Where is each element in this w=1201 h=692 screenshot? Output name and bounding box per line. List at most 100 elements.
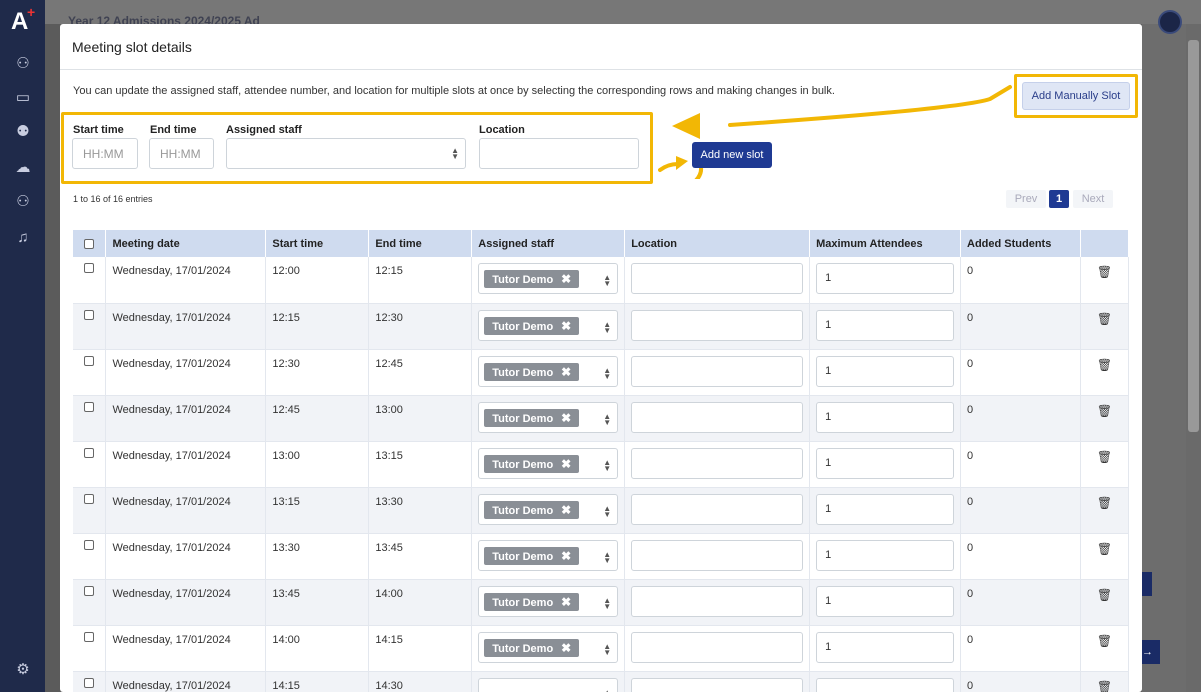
row-max-attendees-input[interactable]: 1 — [816, 539, 954, 571]
close-icon[interactable]: ✖ — [561, 272, 571, 286]
close-icon[interactable]: ✖ — [561, 503, 571, 517]
row-staff-select[interactable]: Tutor Demo ✖ ▲ ▼ — [478, 355, 619, 387]
trash-icon[interactable]: 🗑 — [1097, 588, 1112, 602]
trash-icon[interactable]: 🗑 — [1097, 358, 1112, 372]
chat-icon[interactable]: ▭ — [12, 88, 34, 108]
row-staff-select[interactable]: Tutor Demo ✖ ▲ ▼ — [478, 263, 619, 294]
row-location-input[interactable] — [631, 447, 804, 479]
row-max-attendees-input[interactable]: 1 — [816, 493, 954, 525]
trash-icon[interactable]: 🗑 — [1097, 496, 1112, 510]
meeting-date-cell: Wednesday, 17/01/2024 — [105, 257, 267, 304]
row-staff-select[interactable]: Tutor Demo ✖ ▲ ▼ — [478, 585, 619, 617]
added-students-cell: 0 — [960, 349, 1081, 396]
col-location[interactable]: Location — [624, 230, 811, 257]
row-location-input[interactable] — [631, 401, 804, 433]
row-location-input[interactable] — [631, 539, 804, 571]
row-checkbox[interactable] — [84, 677, 95, 688]
start-time-input[interactable]: HH:MM — [72, 138, 138, 169]
row-location-input[interactable] — [631, 585, 804, 617]
prev-page-button[interactable]: Prev — [1006, 190, 1046, 208]
meeting-date-cell: Wednesday, 17/01/2024 — [105, 395, 267, 442]
row-max-attendees-input[interactable]: 1 — [816, 401, 954, 433]
row-max-attendees-input[interactable]: 1 — [816, 447, 954, 479]
row-location-input[interactable] — [631, 355, 804, 387]
row-checkbox[interactable] — [84, 263, 95, 273]
next-page-button[interactable]: Next — [1073, 190, 1113, 208]
row-max-attendees-input[interactable]: 1 — [816, 355, 954, 387]
trash-icon[interactable]: 🗑 — [1097, 680, 1112, 692]
row-location-input[interactable] — [631, 309, 804, 341]
scrollbar-thumb[interactable] — [1188, 40, 1199, 432]
row-checkbox[interactable] — [84, 631, 95, 642]
col-end-time[interactable]: End time — [368, 230, 473, 257]
row-location-input[interactable] — [631, 677, 804, 692]
users-icon[interactable]: ⚇ — [12, 54, 34, 74]
page-1-button[interactable]: 1 — [1049, 190, 1069, 208]
trash-icon[interactable]: 🗑 — [1097, 450, 1112, 464]
close-icon[interactable]: ✖ — [561, 549, 571, 563]
meeting-date-cell: Wednesday, 17/01/2024 — [105, 303, 267, 350]
max-attendees-cell: 1 — [809, 625, 961, 672]
added-students-cell: 0 — [960, 487, 1081, 534]
add-manually-slot-button[interactable]: Add Manually Slot — [1022, 82, 1130, 110]
row-staff-select[interactable]: Tutor Demo ✖ ▲ ▼ — [478, 539, 619, 571]
close-icon[interactable]: ✖ — [561, 595, 571, 609]
trash-icon[interactable]: 🗑 — [1097, 404, 1112, 418]
close-icon[interactable]: ✖ — [561, 457, 571, 471]
row-location-input[interactable] — [631, 263, 804, 294]
max-attendees-cell: 1 — [809, 257, 961, 304]
row-max-attendees-input[interactable]: 1 — [816, 263, 954, 294]
team-icon[interactable]: ⚇ — [12, 192, 34, 212]
row-checkbox[interactable] — [84, 355, 95, 366]
meeting-slot-modal: Meeting slot details You can update the … — [60, 24, 1142, 692]
row-staff-select[interactable]: Tutor Demo ✖ ▲ ▼ — [478, 401, 619, 433]
row-max-attendees-input[interactable]: 1 — [816, 309, 954, 341]
col-start-time[interactable]: Start time — [265, 230, 370, 257]
location-input[interactable] — [479, 138, 639, 169]
close-icon[interactable]: ✖ — [561, 319, 571, 333]
row-checkbox[interactable] — [84, 585, 95, 596]
sort-arrows-icon: ▲▼ — [603, 365, 612, 381]
row-staff-select[interactable]: Tutor Demo ✖ ▲ ▼ — [478, 309, 619, 341]
trash-icon[interactable]: 🗑 — [1097, 542, 1112, 556]
close-icon[interactable]: ✖ — [561, 365, 571, 379]
row-staff-select[interactable]: ▲▼ — [478, 677, 619, 692]
col-assigned-staff[interactable]: Assigned staff — [471, 230, 626, 257]
row-staff-select[interactable]: Tutor Demo ✖ ▲ ▼ — [478, 631, 619, 663]
row-actions-cell: 🗑 — [1080, 349, 1130, 396]
row-actions-cell: 🗑 — [1080, 303, 1130, 350]
row-max-attendees-input[interactable]: 1 — [816, 585, 954, 617]
end-time-input[interactable]: HH:MM — [149, 138, 214, 169]
trash-icon[interactable]: 🗑 — [1097, 634, 1112, 648]
assigned-staff-select[interactable]: ▲ ▼ — [226, 138, 466, 169]
row-staff-select[interactable]: Tutor Demo ✖ ▲ ▼ — [478, 493, 619, 525]
row-location-input[interactable] — [631, 493, 804, 525]
row-max-attendees-input[interactable]: 1 — [816, 631, 954, 663]
trash-icon[interactable]: 🗑 — [1097, 265, 1112, 279]
close-icon[interactable]: ✖ — [561, 641, 571, 655]
col-max-attendees[interactable]: Maximum Attendees — [809, 230, 961, 257]
row-select-cell — [73, 579, 107, 626]
trash-icon[interactable]: 🗑 — [1097, 312, 1112, 326]
cloud-upload-icon[interactable]: ☁ — [12, 158, 34, 178]
avatar[interactable] — [1158, 10, 1182, 34]
col-added-students[interactable]: Added Students — [960, 230, 1081, 257]
bell-icon[interactable]: ♫ — [12, 228, 34, 248]
select-all-checkbox[interactable] — [84, 238, 95, 249]
app-logo[interactable]: A + — [11, 4, 35, 36]
row-checkbox[interactable] — [84, 447, 95, 458]
row-staff-select[interactable]: Tutor Demo ✖ ▲ ▼ — [478, 447, 619, 479]
close-icon[interactable]: ✖ — [561, 411, 571, 425]
settings-icon[interactable]: ⚙ — [12, 660, 34, 680]
row-location-input[interactable] — [631, 631, 804, 663]
row-max-attendees-input[interactable] — [816, 677, 954, 692]
row-checkbox[interactable] — [84, 309, 95, 320]
group-icon[interactable]: ⚉ — [12, 122, 34, 142]
row-actions-cell: 🗑 — [1080, 487, 1130, 534]
col-meeting-date[interactable]: Meeting date — [105, 230, 267, 257]
row-checkbox[interactable] — [84, 493, 95, 504]
row-select-cell — [73, 625, 107, 672]
row-checkbox[interactable] — [84, 539, 95, 550]
add-new-slot-button[interactable]: Add new slot — [692, 142, 772, 168]
row-checkbox[interactable] — [84, 401, 95, 412]
